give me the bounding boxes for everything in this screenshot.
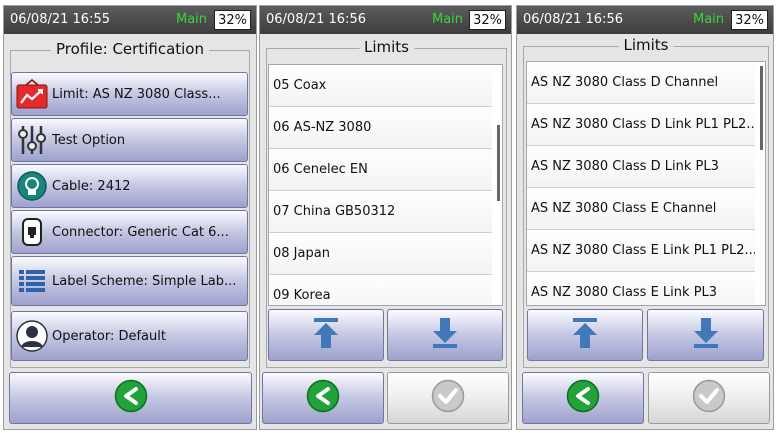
datetime: 06/08/21 16:56 xyxy=(523,12,623,27)
list-item[interactable]: 08 Japan xyxy=(269,233,492,275)
scrollbar-thumb[interactable] xyxy=(497,125,500,201)
battery-indicator: 32% xyxy=(731,10,768,30)
limit-button[interactable]: Limit: AS NZ 3080 Class... xyxy=(11,72,248,116)
cable-label: Cable: 2412 xyxy=(52,178,131,194)
list-item[interactable]: 05 Coax xyxy=(269,65,492,107)
limit-graph-icon xyxy=(16,78,48,110)
list-item[interactable]: 06 Cenelec EN xyxy=(269,149,492,191)
label-scheme-label: Label Scheme: Simple Lab... xyxy=(52,273,237,289)
battery-indicator: 32% xyxy=(469,10,506,30)
datetime: 06/08/21 16:56 xyxy=(266,12,366,27)
operator-label: Operator: Default xyxy=(52,328,166,344)
arrow-up-to-top-icon xyxy=(571,317,599,353)
scroll-top-button[interactable] xyxy=(268,309,384,361)
datetime: 06/08/21 16:55 xyxy=(10,12,110,27)
list-item[interactable]: AS NZ 3080 Class E Channel xyxy=(527,188,755,230)
list-item[interactable]: AS NZ 3080 Class D Link PL3 xyxy=(527,146,755,188)
back-button[interactable] xyxy=(262,372,384,424)
limits-group-panel: 06/08/21 16:56 Main 32% Limits 05 Coax 0… xyxy=(259,5,512,430)
scroll-bottom-button[interactable] xyxy=(647,309,764,361)
limits-list: 05 Coax 06 AS-NZ 3080 06 Cenelec EN 07 C… xyxy=(268,64,503,306)
cable-icon xyxy=(16,170,48,202)
back-button[interactable] xyxy=(522,372,644,424)
page-title: Limits xyxy=(618,36,674,54)
confirm-button[interactable] xyxy=(387,372,509,424)
connector-label: Connector: Generic Cat 6... xyxy=(52,224,229,240)
list-item[interactable]: AS NZ 3080 Class D Channel xyxy=(527,62,755,104)
status-bar: 06/08/21 16:55 Main 32% xyxy=(4,6,256,34)
back-button[interactable] xyxy=(9,372,252,424)
mode-label: Main xyxy=(176,12,208,27)
page-title: Profile: Certification xyxy=(50,40,210,58)
back-arrow-icon xyxy=(114,379,148,417)
list-item[interactable]: AS NZ 3080 Class E Link PL3 xyxy=(527,272,755,305)
scroll-bottom-button[interactable] xyxy=(387,309,503,361)
mode-label: Main xyxy=(693,12,725,27)
screen: 06/08/21 16:55 Main 32% Profile: Certifi… xyxy=(0,0,776,433)
confirm-button[interactable] xyxy=(648,372,770,424)
status-bar: 06/08/21 16:56 Main 32% xyxy=(260,6,511,34)
scroll-top-button[interactable] xyxy=(527,309,643,361)
arrow-up-to-top-icon xyxy=(312,317,340,353)
checkmark-icon xyxy=(692,379,726,417)
mode-label: Main xyxy=(432,12,464,27)
list-icon xyxy=(16,265,48,297)
checkmark-icon xyxy=(431,379,465,417)
sliders-icon xyxy=(16,124,48,156)
label-scheme-button[interactable]: Label Scheme: Simple Lab... xyxy=(11,256,248,306)
arrow-down-to-bottom-icon xyxy=(692,317,720,353)
back-arrow-icon xyxy=(306,379,340,417)
connector-button[interactable]: Connector: Generic Cat 6... xyxy=(11,210,248,254)
limits-list: AS NZ 3080 Class D Channel AS NZ 3080 Cl… xyxy=(526,61,766,306)
test-option-label: Test Option xyxy=(52,132,126,148)
scrollbar-thumb[interactable] xyxy=(760,66,763,150)
page-title: Limits xyxy=(359,38,414,56)
test-option-button[interactable]: Test Option xyxy=(11,118,248,162)
list-item[interactable]: AS NZ 3080 Class E Link PL1 PL2... xyxy=(527,230,755,272)
profile-panel: 06/08/21 16:55 Main 32% Profile: Certifi… xyxy=(3,5,257,430)
cable-button[interactable]: Cable: 2412 xyxy=(11,164,248,208)
list-item[interactable]: AS NZ 3080 Class D Link PL1 PL2... xyxy=(527,104,755,146)
back-arrow-icon xyxy=(566,379,600,417)
arrow-down-to-bottom-icon xyxy=(431,317,459,353)
user-icon xyxy=(16,320,48,352)
list-item[interactable]: 07 China GB50312 xyxy=(269,191,492,233)
list-item[interactable]: 06 AS-NZ 3080 xyxy=(269,107,492,149)
connector-icon xyxy=(16,216,48,248)
limit-label: Limit: AS NZ 3080 Class... xyxy=(52,86,221,102)
limits-detail-panel: 06/08/21 16:56 Main 32% Limits AS NZ 308… xyxy=(516,5,774,430)
battery-indicator: 32% xyxy=(214,10,251,30)
operator-button[interactable]: Operator: Default xyxy=(11,311,248,361)
status-bar: 06/08/21 16:56 Main 32% xyxy=(517,6,773,34)
list-item[interactable]: 09 Korea xyxy=(269,275,492,305)
